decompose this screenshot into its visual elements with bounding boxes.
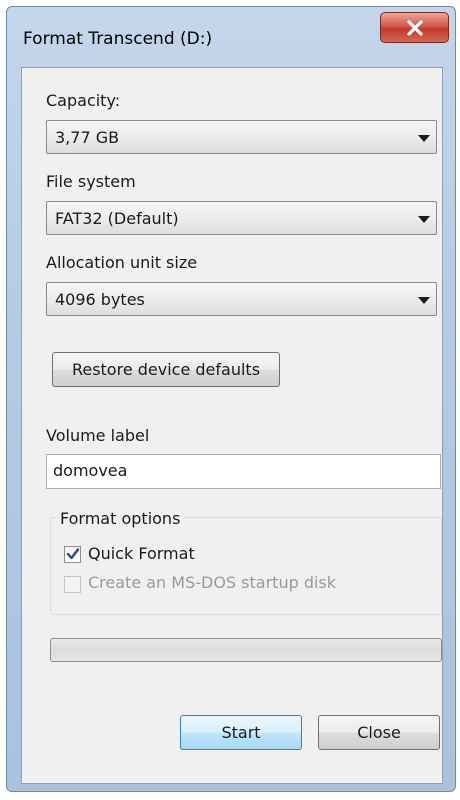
dialog-body: Capacity: 3,77 GB File system FAT32 (Def… (21, 67, 443, 784)
chevron-down-icon (418, 216, 430, 223)
format-options-group (50, 517, 442, 615)
window-close-button[interactable] (380, 12, 449, 43)
file-system-value: FAT32 (Default) (55, 209, 179, 228)
format-progress-bar (50, 638, 442, 662)
volume-label-value: domovea (53, 461, 128, 480)
chevron-down-icon (418, 135, 430, 142)
close-icon (406, 19, 423, 36)
msdos-startup-checkbox (64, 576, 81, 593)
allocation-label: Allocation unit size (46, 253, 198, 272)
capacity-label: Capacity: (46, 91, 121, 110)
close-button-label: Close (357, 723, 401, 742)
volume-label-caption: Volume label (46, 426, 150, 445)
restore-defaults-label: Restore device defaults (71, 360, 261, 379)
capacity-value: 3,77 GB (55, 128, 120, 147)
volume-label-input[interactable]: domovea (46, 454, 441, 489)
quick-format-label[interactable]: Quick Format (88, 544, 195, 563)
file-system-select[interactable]: FAT32 (Default) (46, 201, 437, 235)
window-title: Format Transcend (D:) (23, 29, 213, 49)
msdos-startup-label: Create an MS-DOS startup disk (88, 573, 337, 592)
checkmark-icon (66, 548, 80, 560)
restore-defaults-button[interactable]: Restore device defaults (52, 352, 280, 387)
quick-format-checkbox[interactable] (64, 546, 81, 563)
chevron-down-icon (418, 297, 430, 304)
allocation-select[interactable]: 4096 bytes (46, 282, 437, 316)
allocation-value: 4096 bytes (55, 290, 145, 309)
close-button[interactable]: Close (318, 715, 440, 750)
format-options-label: Format options (56, 509, 185, 528)
start-button-label: Start (221, 723, 261, 742)
file-system-label: File system (46, 172, 136, 191)
capacity-select[interactable]: 3,77 GB (46, 120, 437, 154)
start-button[interactable]: Start (180, 715, 302, 750)
format-dialog: Format Transcend (D:) Capacity: 3,77 GB … (6, 6, 456, 792)
